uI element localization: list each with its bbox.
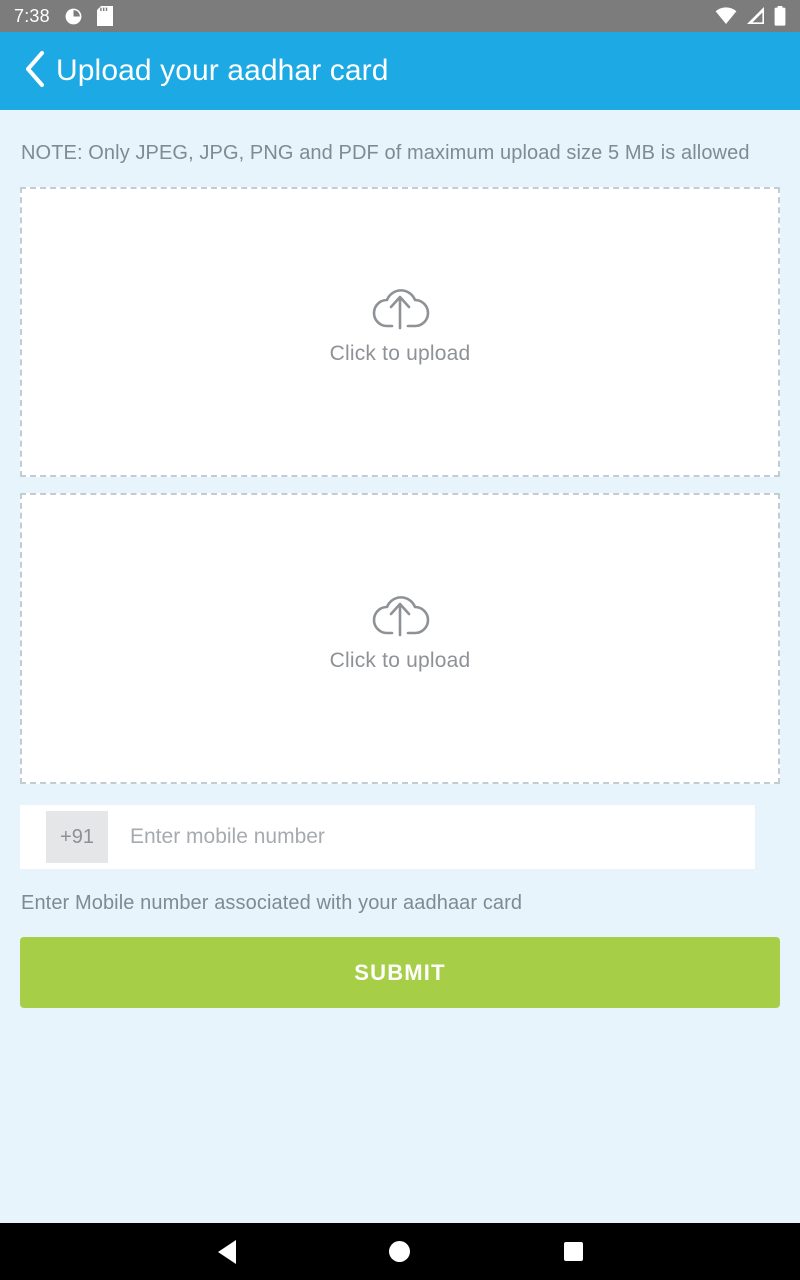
country-code-selector[interactable]: +91 — [46, 811, 108, 863]
cloud-upload-icon — [370, 282, 430, 332]
back-button[interactable] — [14, 47, 56, 95]
main-content: NOTE: Only JPEG, JPG, PNG and PDF of max… — [0, 110, 800, 1223]
app-header: Upload your aadhar card — [0, 32, 800, 110]
cellular-signal-icon — [746, 7, 765, 25]
upload-note: NOTE: Only JPEG, JPG, PNG and PDF of max… — [21, 142, 750, 164]
page-title: Upload your aadhar card — [56, 54, 389, 87]
nav-home-button[interactable] — [372, 1232, 428, 1272]
upload-slot-front-label: Click to upload — [329, 342, 471, 365]
cloud-upload-icon — [370, 589, 430, 639]
mobile-number-helper-text: Enter Mobile number associated with your… — [21, 892, 523, 914]
status-bar-clock: 7:38 — [14, 5, 50, 26]
nav-back-button[interactable] — [199, 1232, 255, 1272]
upload-slot-front-inner: Click to upload — [330, 282, 471, 366]
recents-square-icon — [563, 1242, 583, 1261]
upload-slot-back-label: Click to upload — [329, 648, 471, 672]
battery-icon — [774, 6, 786, 26]
wifi-icon — [715, 7, 737, 25]
mobile-number-input[interactable] — [108, 811, 755, 863]
nav-recents-button[interactable] — [545, 1232, 601, 1272]
status-bar: 7:38 — [0, 0, 800, 32]
submit-button[interactable]: SUBMIT — [20, 937, 780, 1008]
status-bar-left: 7:38 — [14, 6, 113, 27]
home-circle-icon — [389, 1241, 411, 1262]
upload-slot-back-inner: Click to upload — [330, 589, 471, 673]
upload-slot-front[interactable]: Click to upload — [20, 187, 780, 477]
back-triangle-icon — [217, 1239, 236, 1264]
sd-card-icon — [96, 6, 113, 26]
upload-slot-back[interactable]: Click to upload — [20, 493, 780, 784]
chevron-left-icon — [23, 50, 47, 93]
android-navigation-bar — [0, 1223, 800, 1280]
status-bar-right — [715, 6, 786, 26]
mobile-number-row: +91 — [20, 805, 755, 869]
brightness-icon — [64, 7, 83, 26]
